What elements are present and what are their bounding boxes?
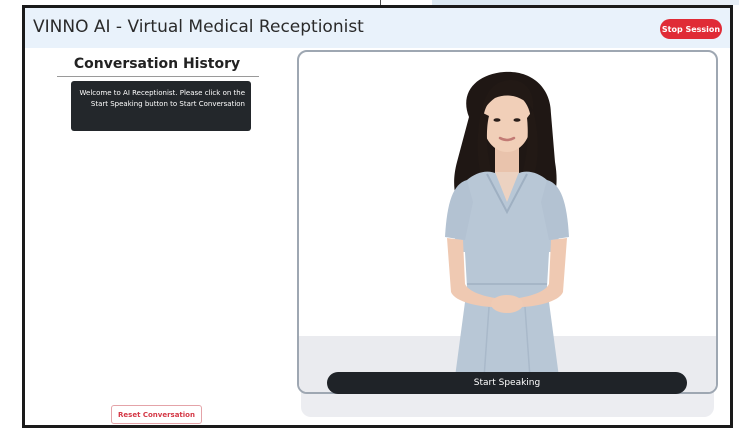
app-window-frame: VINNO AI - Virtual Medical Receptionist … <box>22 5 733 428</box>
assistant-message: Welcome to AI Receptionist. Please click… <box>71 81 251 131</box>
start-speaking-button[interactable]: Start Speaking <box>327 372 687 394</box>
avatar-panel <box>297 50 718 394</box>
avatar-panel-base <box>301 390 714 417</box>
stop-session-button[interactable]: Stop Session <box>660 19 722 39</box>
app-header: VINNO AI - Virtual Medical Receptionist … <box>25 8 730 48</box>
reset-conversation-button[interactable]: Reset Conversation <box>111 405 202 424</box>
app-title: VINNO AI - Virtual Medical Receptionist <box>33 17 364 37</box>
app-window: VINNO AI - Virtual Medical Receptionist … <box>25 8 730 425</box>
conversation-history-title: Conversation History <box>73 56 241 72</box>
history-divider <box>57 76 259 77</box>
female-receptionist-avatar-icon <box>445 71 569 392</box>
